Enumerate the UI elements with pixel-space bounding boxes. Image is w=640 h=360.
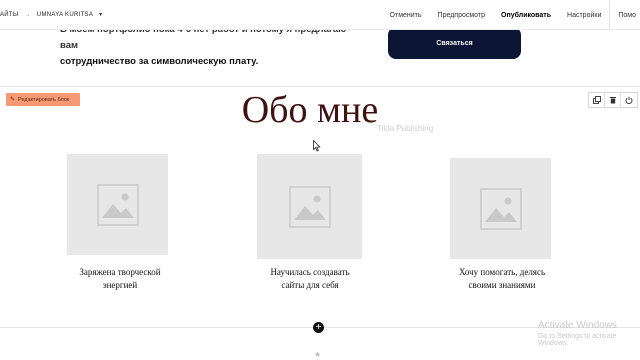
activate-windows-watermark: Activate Windows Go to Settings to activ… xyxy=(538,320,640,347)
card-image-placeholder[interactable] xyxy=(67,154,168,255)
star-icon: ★ xyxy=(314,350,322,359)
image-placeholder-icon xyxy=(479,187,522,230)
card-caption: Научилась создавать сайты для себя xyxy=(250,266,370,292)
settings-button[interactable]: Настройки xyxy=(559,12,609,19)
breadcrumb-project[interactable]: UMNAYA KURITSA xyxy=(37,12,93,18)
card-caption-line2: сайты для себя xyxy=(281,280,339,290)
card-image-placeholder[interactable] xyxy=(450,158,551,259)
undo-button[interactable]: Отменить xyxy=(382,12,430,19)
preview-button[interactable]: Предпросмотр xyxy=(430,12,493,19)
card-caption-line2: энергией xyxy=(102,280,138,290)
chevron-down-icon[interactable]: ▾ xyxy=(99,11,102,18)
card-caption: Заряжена творческой энергией xyxy=(60,266,180,292)
section-heading[interactable]: Обо мне xyxy=(0,88,620,132)
card-caption-line2: своими знаниями xyxy=(468,280,536,290)
image-placeholder-icon xyxy=(288,185,331,228)
topbar-actions: Отменить Предпросмотр Опубликовать Настр… xyxy=(382,0,640,30)
tilda-watermark: Tilda Publishing xyxy=(377,124,434,133)
card-caption: Хочу помогать, делясь своими знаниями xyxy=(440,266,564,292)
add-block-button[interactable]: + xyxy=(313,322,324,333)
help-button[interactable]: Помо xyxy=(610,12,640,19)
publish-button[interactable]: Опубликовать xyxy=(493,12,559,19)
block-divider-top xyxy=(0,86,640,87)
card-caption-line1: Научилась создавать xyxy=(270,267,350,277)
breadcrumb: АЙТЫ → UMNAYA KURITSA ▾ xyxy=(0,11,102,19)
card-image-placeholder[interactable] xyxy=(257,154,362,259)
power-icon[interactable] xyxy=(621,93,637,107)
breadcrumb-sites[interactable]: АЙТЫ xyxy=(0,12,19,18)
prev-text-line2: сотрудничество за символическую плату. xyxy=(60,56,259,67)
breadcrumb-separator: → xyxy=(24,11,31,18)
contact-button[interactable]: Связаться xyxy=(388,27,521,59)
editor-topbar: АЙТЫ → UMNAYA KURITSA ▾ Отменить Предпро… xyxy=(0,0,640,30)
image-placeholder-icon xyxy=(96,183,139,226)
card-caption-line1: Хочу помогать, делясь xyxy=(458,267,546,277)
activate-title: Activate Windows xyxy=(538,320,617,331)
activate-subtitle: Go to Settings to activate Windows. xyxy=(538,333,617,347)
card-caption-line1: Заряжена творческой xyxy=(79,267,161,277)
